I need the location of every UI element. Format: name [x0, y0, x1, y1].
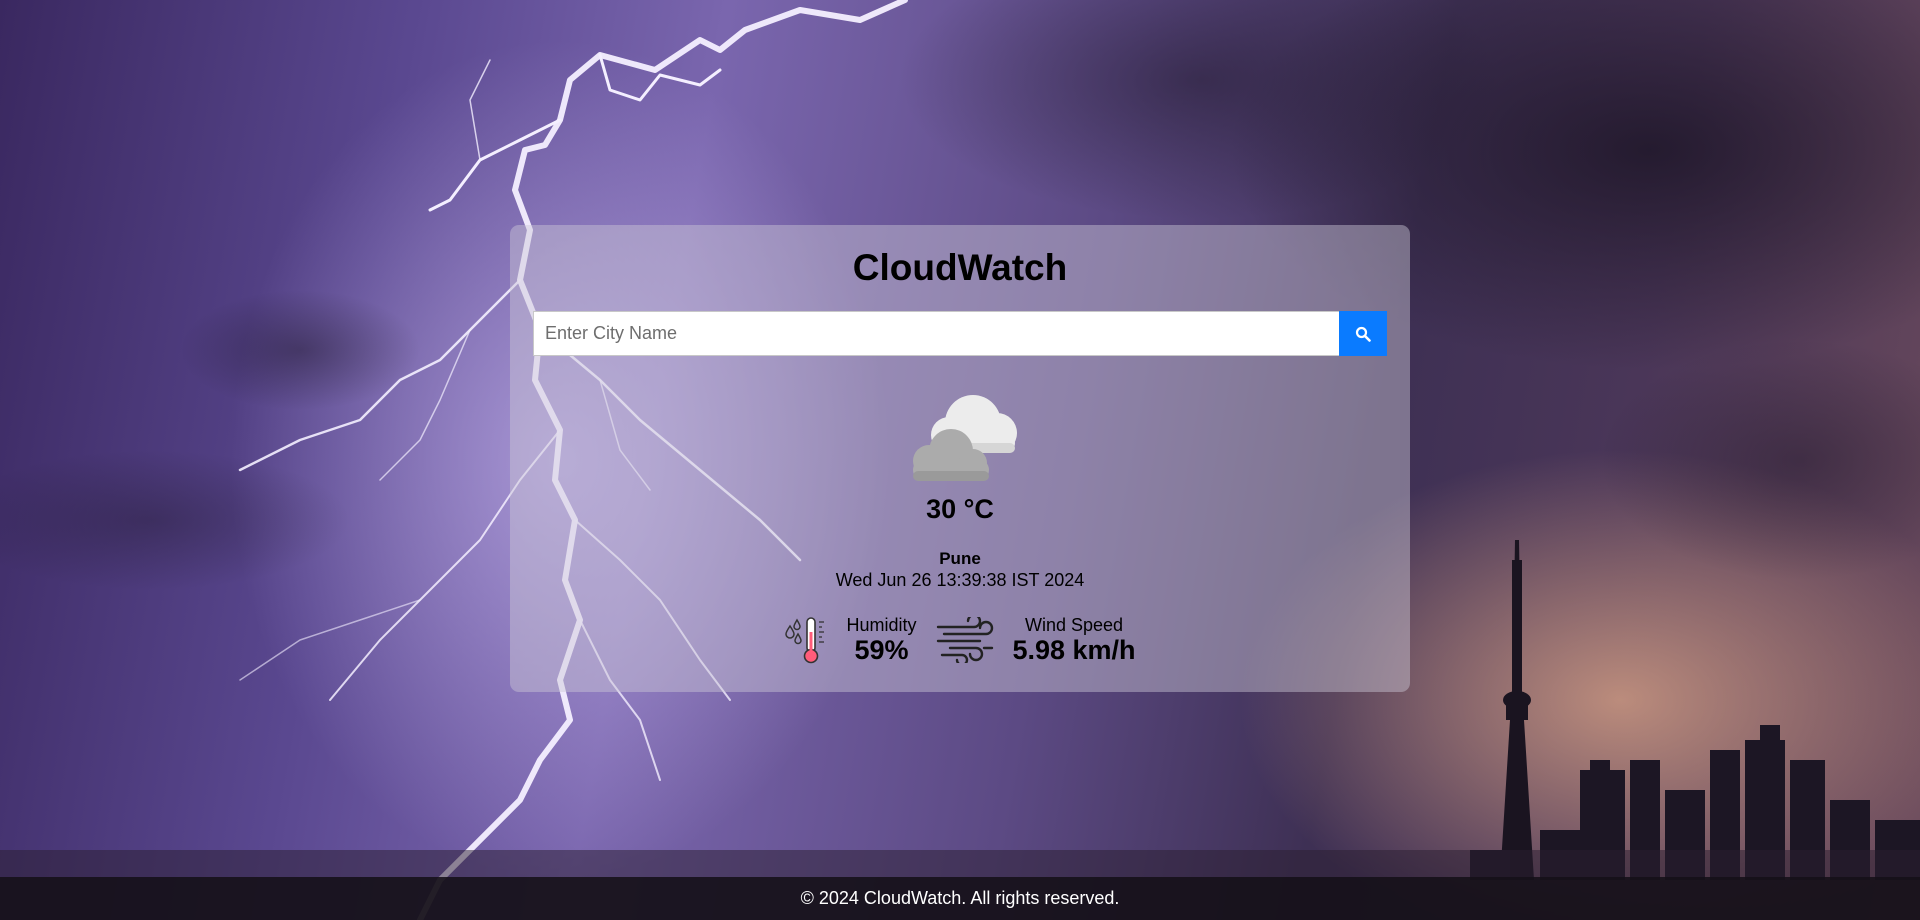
footer: © 2024 CloudWatch. All rights reserved. [0, 877, 1920, 920]
search-bar [533, 311, 1387, 356]
wind-icon [937, 617, 994, 663]
humidity-label: Humidity [846, 615, 917, 635]
cloudy-icon [913, 395, 1017, 481]
wind-speed-label: Wind Speed [1024, 615, 1124, 635]
wind-speed-text: Wind Speed 5.98 km/h [1012, 615, 1135, 665]
local-datetime: Wed Jun 26 13:39:38 IST 2024 [835, 570, 1085, 590]
wind-speed-value: 5.98 km/h [1012, 635, 1136, 665]
city-search-input[interactable] [533, 311, 1339, 356]
app-title: CloudWatch [852, 247, 1068, 288]
page: CloudWatch Enter City Name 30 °C Pune We… [0, 0, 1920, 920]
weather-stats: Humidity 59% Wind Speed 5.98 km/h [510, 615, 1410, 665]
humidity-value: 59% [854, 635, 909, 665]
thermometer-humidity-icon [785, 617, 825, 664]
search-button[interactable] [1339, 311, 1387, 356]
weather-card: CloudWatch Enter City Name 30 °C Pune We… [510, 225, 1410, 692]
copyright-text: © 2024 CloudWatch. All rights reserved. [800, 888, 1120, 908]
humidity-stat: Humidity 59% [784, 615, 916, 665]
search-icon [1355, 326, 1371, 342]
temperature: 30 °C [926, 494, 994, 524]
city-name: Pune [939, 549, 981, 568]
humidity-text: Humidity 59% [846, 615, 916, 665]
wind-speed-stat: Wind Speed 5.98 km/h [936, 615, 1136, 665]
